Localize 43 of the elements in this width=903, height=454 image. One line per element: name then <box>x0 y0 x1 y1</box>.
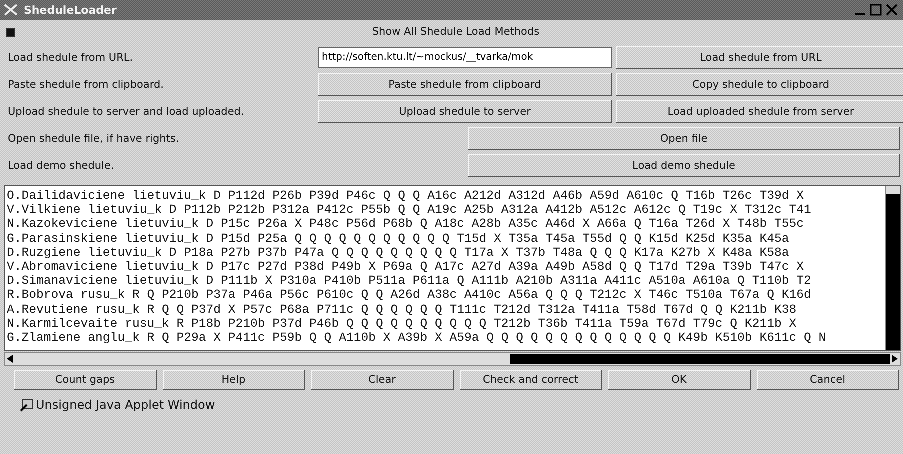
row-label: Load demo shedule. <box>7 160 116 172</box>
checkbox-label: Show All Shedule Load Methods <box>371 26 541 38</box>
close-button[interactable] <box>885 3 899 17</box>
row-label: Load shedule from URL. <box>7 52 134 64</box>
vertical-scrollbar[interactable] <box>885 186 900 350</box>
action-button[interactable]: Check and correct <box>460 370 602 390</box>
schedule-line: A.Revutiene rusu_k R Q Q P37d X P57c P68a P711c Q Q Q Q Q Q T111c T212d T312a T411a T58d T67d Q Q K211b K38 <box>7 302 798 317</box>
action-button[interactable]: Cancel <box>756 370 899 390</box>
schedule-line: O.Dailidaviciene lietuviu_k D P112d P26b P39d P46c Q Q Q A16c A212d A312d A46b A59d A610c Q T16b T26c T39d X <box>7 189 805 204</box>
row-label: Paste shedule from clipboard. <box>7 78 166 90</box>
schedule-line: R.Bobrova rusu_k R Q P210b P37a P46a P56c P610c Q Q A26d A38c A410c A56a Q Q Q T212c X T46c T510a T67a Q K16d <box>7 288 812 303</box>
schedule-line: D.Ruzgiene lietuviu_k D P18a P27b P37b P47a Q Q Q Q Q Q Q Q Q T17a X T37b T48a Q Q Q K17a K27b X K48a K58a <box>7 246 790 260</box>
load-button[interactable]: Load shedule from URL <box>616 46 903 69</box>
schedule-line: G.Zlamiene anglu_k R Q P29a X P411c P59b Q Q A110b X A39b X A59a Q Q Q Q Q Q Q Q Q Q Q Q Q K49b K510b K611c Q N <box>7 331 828 346</box>
action-button[interactable]: Help <box>162 370 305 390</box>
load-button[interactable]: Copy shedule to clipboard <box>616 73 903 96</box>
applet-icon <box>20 398 34 412</box>
schedule-line: D.Simanaviciene lietuviu_k D P111b X P310a P410b P511a P611a Q A111b A210b A311a A411c A510a A610a Q T110b T2 <box>7 274 812 288</box>
action-button[interactable]: OK <box>608 370 750 390</box>
row-label: Upload shedule to server and load uploaded. <box>7 106 246 118</box>
status-text: Unsigned Java Applet Window <box>36 398 216 412</box>
url-field[interactable]: http://soften.ktu.lt/~mockus/__tvarka/mok <box>318 47 612 68</box>
horizontal-scrollbar[interactable] <box>4 352 901 366</box>
window-title: SheduleLoader <box>24 4 118 16</box>
row-label: Open shedule file, if have rights. <box>7 132 180 144</box>
schedule-line: N.Karmilcevaite rusu_k R P18b P210b P37d P46b Q Q Q Q Q Q Q Q Q Q T212b T36b T411a T59a T67d T79c Q K211b X <box>7 316 798 332</box>
checkbox[interactable] <box>6 28 15 36</box>
maximize-button[interactable] <box>869 3 883 17</box>
schedule-line: N.Kazokeviciene lietuviu_k D P15c P26a X P48c P56d P68b Q A18c A28b A35c A46d X A66a Q T16a T26d X T48b T55c <box>7 217 805 232</box>
action-button[interactable]: Clear <box>311 370 454 390</box>
left-arrow-icon[interactable] <box>5 354 15 364</box>
text-area[interactable] <box>4 185 901 351</box>
load-button[interactable]: Upload shedule to server <box>318 100 612 123</box>
right-arrow-icon[interactable] <box>890 354 900 364</box>
action-button[interactable]: Count gaps <box>14 370 156 390</box>
schedule-line: V.Abromaviciene lietuviu_k D P17c P27d P38d P49b X P69a Q A17c A27d A39a A49b A58d Q Q T17d T29a T39b T47c X <box>7 260 805 274</box>
load-button[interactable]: Load uploaded shedule from server <box>616 100 903 123</box>
cross-icon <box>4 4 18 16</box>
schedule-line: V.Vilkiene lietuviu_k D P112b P212b P312a P412c P55b Q Q A19c A25b A312a A412b A512c A612c Q T19c X T312c T41 <box>7 203 812 218</box>
load-button[interactable]: Paste shedule from clipboard <box>318 73 612 96</box>
load-button[interactable]: Open file <box>468 127 900 150</box>
load-button[interactable]: Load demo shedule <box>468 154 900 177</box>
schedule-line: G.Parasinskiene lietuviu_k D P15d P25a Q Q Q Q Q Q Q Q Q Q Q T15d X T35a T45a T55d Q Q K15d K25d K35a K45a <box>7 232 790 246</box>
